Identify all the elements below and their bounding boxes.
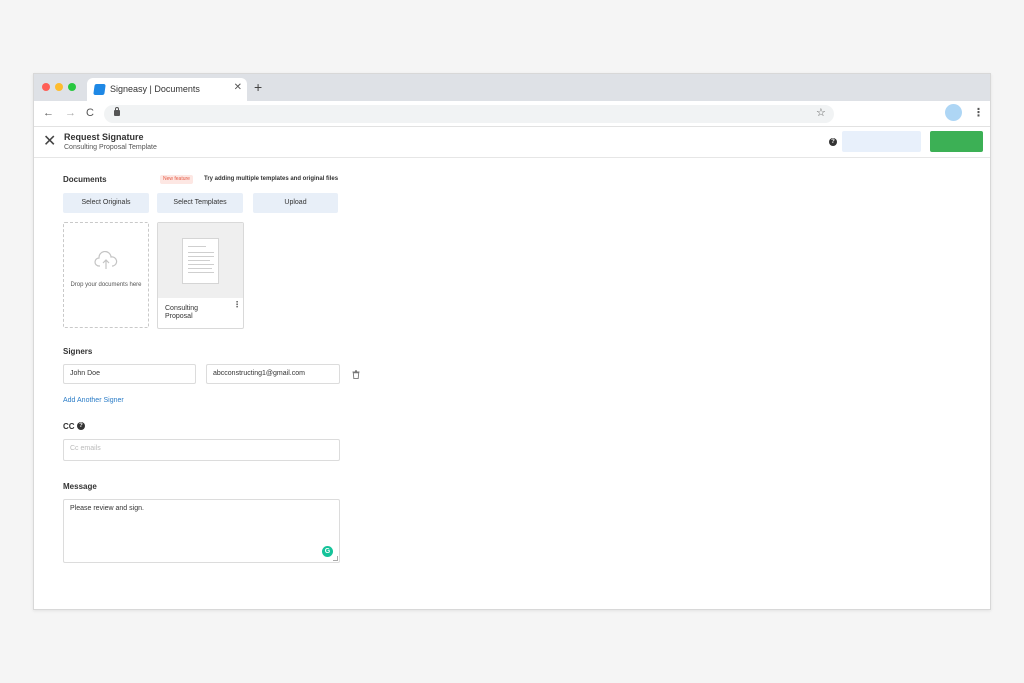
document-name: Consulting Proposal — [165, 305, 199, 320]
message-label: Message — [63, 482, 97, 491]
page-title: Request Signature — [64, 132, 144, 142]
message-text: Please review and sign. — [70, 505, 144, 512]
signer-email-input[interactable]: abcconstructing1@gmail.com — [206, 364, 340, 384]
feature-hint-text: Try adding multiple templates and origin… — [204, 176, 339, 182]
tab-title: Signeasy | Documents — [110, 84, 200, 94]
secondary-action-button[interactable] — [842, 131, 921, 152]
lock-icon — [114, 107, 120, 116]
tab-strip: Signeasy | Documents ✕ + — [34, 74, 990, 101]
window-close-dot[interactable] — [42, 83, 50, 91]
add-another-signer-link[interactable]: Add Another Signer — [63, 397, 124, 404]
browser-window: Signeasy | Documents ✕ + ← → C ☆ ⋮ ✕ Req… — [33, 73, 991, 610]
new-feature-badge: New feature — [160, 175, 193, 184]
document-dropzone[interactable]: Drop your documents here — [63, 222, 149, 328]
signer-name-input[interactable]: John Doe — [63, 364, 196, 384]
trash-icon[interactable] — [352, 370, 360, 379]
page-subtitle: Consulting Proposal Template — [64, 144, 157, 151]
signers-label: Signers — [63, 347, 93, 356]
select-originals-button[interactable]: Select Originals — [63, 193, 149, 213]
tab-close-icon[interactable]: ✕ — [234, 82, 242, 93]
forward-arrow-icon[interactable]: → — [65, 107, 76, 119]
browser-menu-icon[interactable]: ⋮ — [973, 106, 984, 119]
window-maximize-dot[interactable] — [68, 83, 76, 91]
select-templates-button[interactable]: Select Templates — [157, 193, 243, 213]
documents-label: Documents — [63, 175, 107, 184]
reload-icon[interactable]: C — [86, 107, 94, 119]
browser-toolbar: ← → C — [34, 101, 990, 127]
dropzone-text: Drop your documents here — [70, 282, 142, 288]
close-icon[interactable]: ✕ — [43, 133, 56, 151]
browser-tab[interactable]: Signeasy | Documents ✕ — [87, 78, 247, 101]
cc-help-icon[interactable]: ? — [77, 422, 85, 430]
signeasy-favicon-icon — [93, 84, 106, 95]
cc-label: CC — [63, 422, 75, 431]
document-card[interactable]: Consulting Proposal ⋮ — [157, 222, 244, 329]
address-bar[interactable] — [104, 105, 834, 123]
cc-input[interactable]: Cc emails — [63, 439, 340, 461]
upload-button[interactable]: Upload — [253, 193, 338, 213]
profile-avatar[interactable] — [945, 104, 962, 121]
resize-handle[interactable] — [333, 556, 338, 561]
new-tab-button[interactable]: + — [254, 80, 262, 94]
back-arrow-icon[interactable]: ← — [43, 107, 54, 119]
app-header: ✕ Request Signature Consulting Proposal … — [34, 128, 990, 158]
bookmark-star-icon[interactable]: ☆ — [816, 106, 826, 119]
document-menu-icon[interactable]: ⋮ — [233, 301, 241, 309]
message-textarea[interactable]: Please review and sign. G — [63, 499, 340, 563]
document-page-icon — [182, 238, 219, 284]
help-icon[interactable]: ? — [829, 138, 837, 146]
cloud-upload-icon — [94, 251, 118, 269]
grammarly-icon[interactable]: G — [322, 546, 333, 557]
primary-action-button[interactable] — [930, 131, 983, 152]
document-thumbnail — [158, 223, 243, 298]
window-minimize-dot[interactable] — [55, 83, 63, 91]
